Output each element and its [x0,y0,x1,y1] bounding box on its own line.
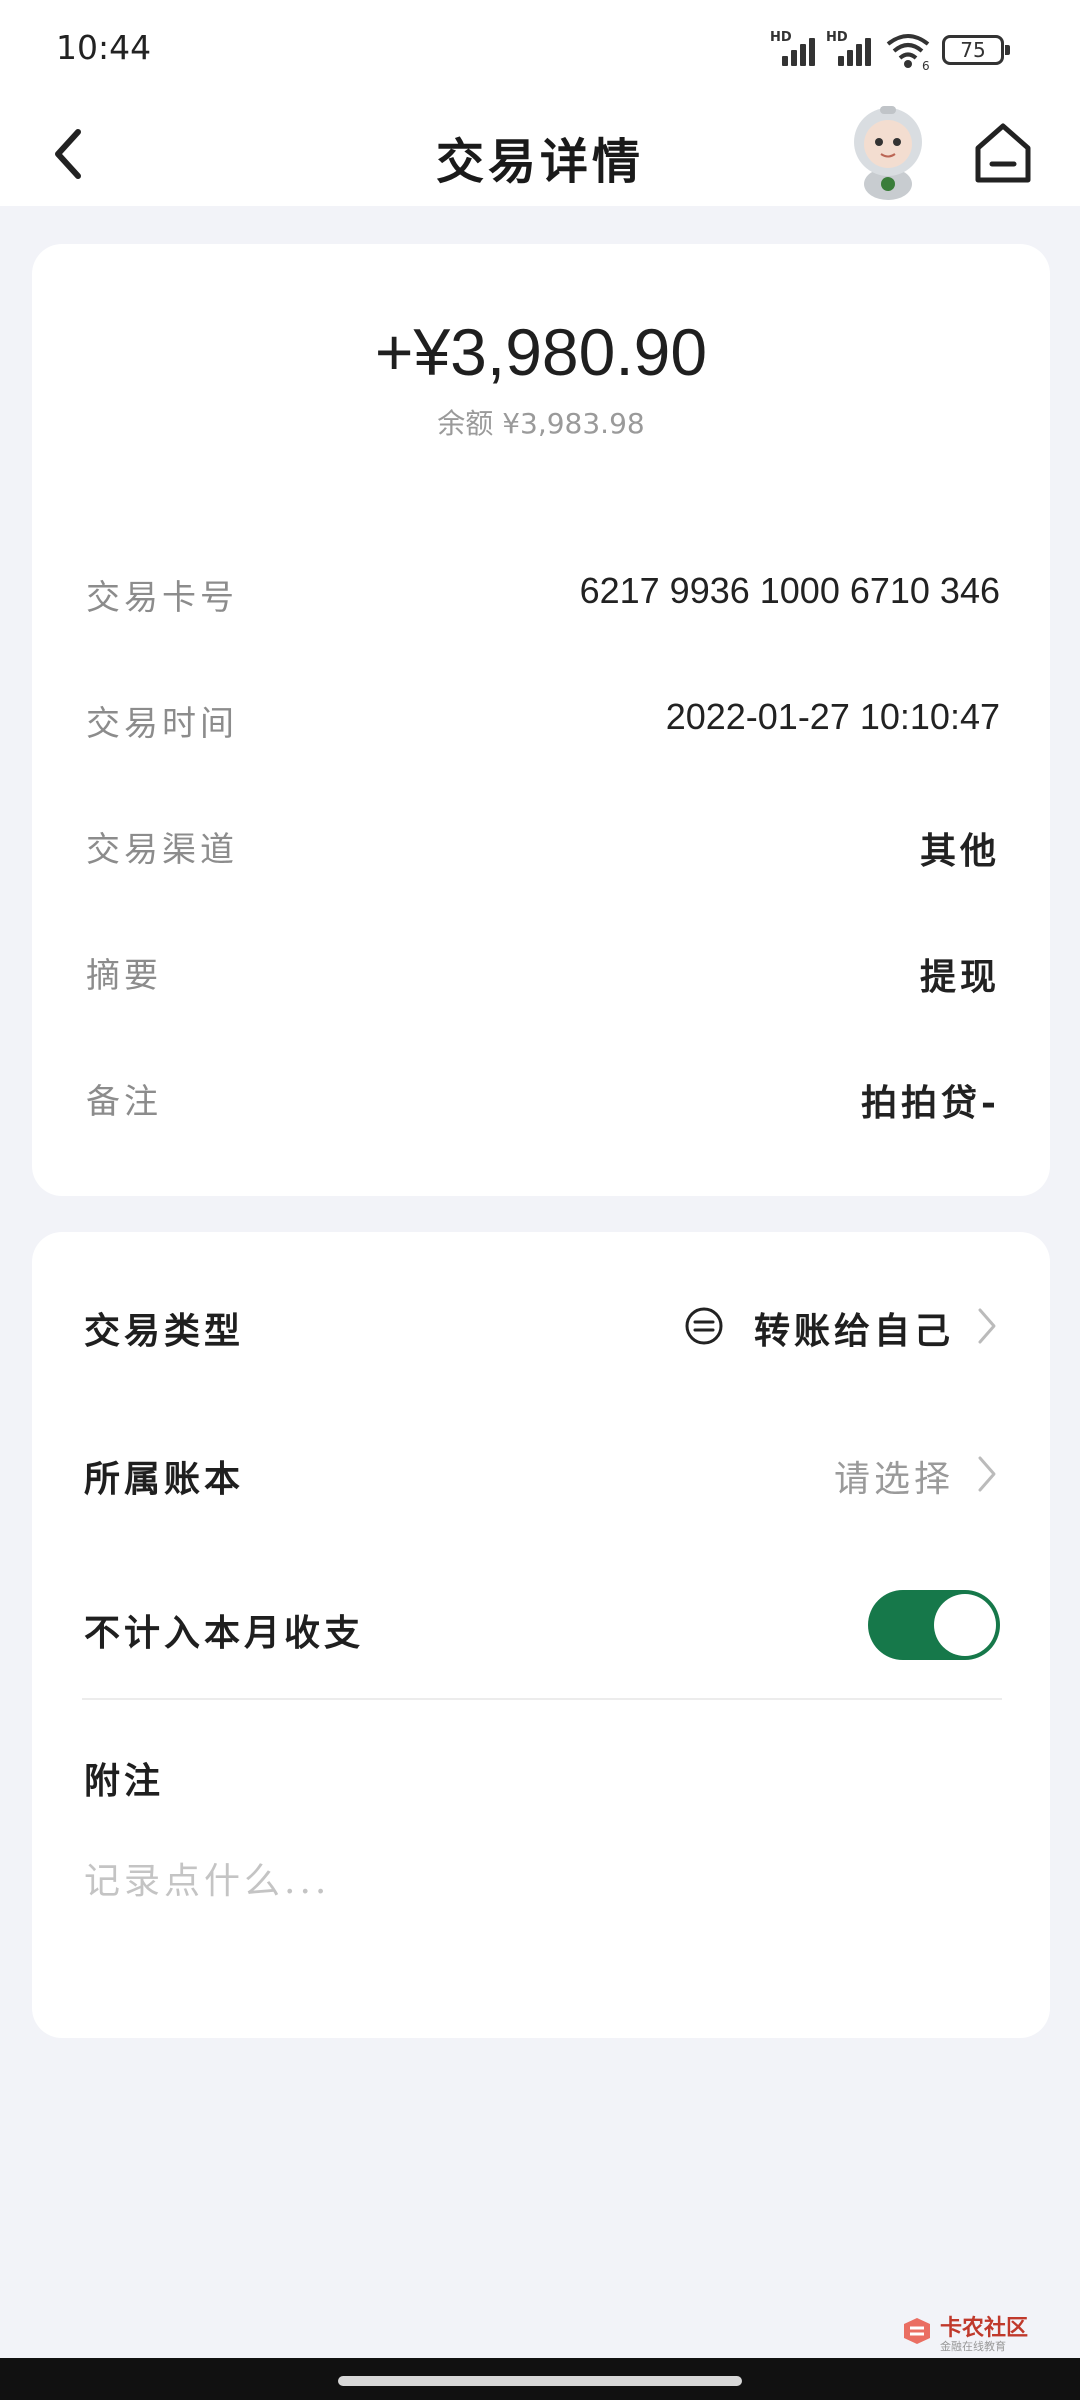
transaction-type-value: 转账给自己 [753,1310,954,1352]
detail-value-channel: 其他 [919,830,1000,872]
transaction-settings-card: 交易类型 转账给自己 所属账本 请选择 不计入本月收支 附注 记录点什么... [32,1232,1050,2038]
detail-value-card-number: 6217 9936 1000 6710 346 [579,570,1000,611]
detail-value-summary: 提现 [919,956,1000,998]
detail-label-time: 交易时间 [86,704,238,744]
transaction-type-label: 交易类型 [84,1310,245,1352]
status-time: 10:44 [56,28,152,67]
detail-label-summary: 摘要 [86,956,162,996]
status-bar: 10:44 HD HD 6 75 [0,0,1080,100]
watermark-logo-icon [904,2318,930,2344]
watermark: 卡农社区 金融在线教育 [900,2310,1060,2360]
note-input[interactable]: 记录点什么... [84,1852,330,1904]
divider [82,1698,1002,1700]
detail-value-time: 2022-01-27 10:10:47 [665,696,1000,737]
detail-label-card-number: 交易卡号 [86,578,238,618]
ledger-value: 请选择 [833,1459,954,1500]
account-balance: 余额 ¥3,983.98 [437,407,645,440]
toggle-knob [934,1594,996,1656]
transfer-icon [685,1307,723,1345]
note-label: 附注 [84,1760,165,1802]
chevron-right-icon [978,1456,996,1492]
transaction-detail-card: +¥3,980.90 余额 ¥3,983.98 交易卡号 6217 9936 1… [32,244,1050,1196]
astronaut-mascot-icon[interactable] [838,100,938,200]
system-nav-bar [0,2358,1080,2400]
wifi-sub-label: 6 [922,59,930,70]
exclude-monthly-toggle[interactable] [868,1590,1000,1660]
home-button[interactable] [970,114,1036,190]
signal-icon: HD [826,30,874,66]
wifi-icon: 6 [886,34,930,70]
ledger-label: 所属账本 [84,1458,245,1500]
nav-bar: 交易详情 [0,100,1080,206]
transaction-amount: +¥3,980.90 [374,315,708,389]
detail-label-remark: 备注 [86,1082,162,1122]
signal-icon: HD [770,30,818,66]
ledger-row[interactable]: 所属账本 请选择 [32,1420,1050,1530]
watermark-subtitle: 金融在线教育 [940,2340,1006,2353]
detail-label-channel: 交易渠道 [86,830,238,870]
chevron-right-icon [978,1308,996,1344]
exclude-monthly-label: 不计入本月收支 [84,1612,365,1654]
detail-value-remark: 拍拍贷- [861,1082,1000,1124]
home-indicator[interactable] [338,2376,742,2386]
transaction-type-row[interactable]: 交易类型 转账给自己 [32,1272,1050,1382]
battery-indicator: 75 [942,35,1010,65]
